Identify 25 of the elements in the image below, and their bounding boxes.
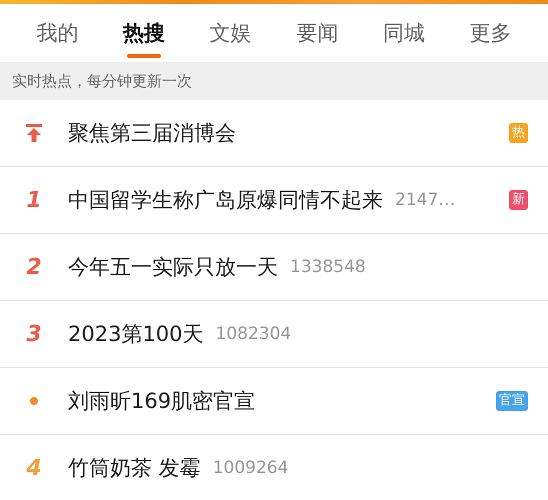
topic-link[interactable]: 刘雨昕169肌密官宣 <box>68 387 256 415</box>
topic-link[interactable]: 中国留学生称广岛原爆同情不起来 <box>68 186 383 214</box>
search-count: 1338548 <box>290 257 366 277</box>
category-tab[interactable]: 要闻 <box>274 4 361 62</box>
search-count: 1009264 <box>212 458 288 478</box>
rank-number: 2 <box>26 254 42 280</box>
topic-badge: 官宣 <box>496 391 528 411</box>
topic-link[interactable]: 竹筒奶茶 发霉 <box>68 454 201 482</box>
search-count: 2147… <box>395 190 456 210</box>
refresh-notice: 实时热点，每分钟更新一次 <box>12 72 192 90</box>
search-count: 1082304 <box>216 324 292 344</box>
rank-number: 3 <box>26 322 42 346</box>
topic-link[interactable]: 今年五一实际只放一天 <box>68 253 278 281</box>
category-tab[interactable]: 更多 <box>447 4 534 62</box>
pin-top-icon <box>26 124 42 142</box>
category-tab[interactable]: 文娱 <box>187 4 274 62</box>
topic-badge: 新 <box>509 190 528 210</box>
topic-link[interactable]: 2023第100天 <box>68 320 204 348</box>
rank-number: 1 <box>26 188 42 212</box>
category-tab[interactable]: 同城 <box>360 4 448 62</box>
topic-link[interactable]: 聚焦第三届消博会 <box>68 119 236 147</box>
category-tab[interactable]: 热搜 <box>100 4 188 62</box>
topic-badge: 热 <box>509 123 528 143</box>
rank-number: 4 <box>26 456 42 480</box>
category-tab[interactable]: 我的 <box>14 4 101 62</box>
